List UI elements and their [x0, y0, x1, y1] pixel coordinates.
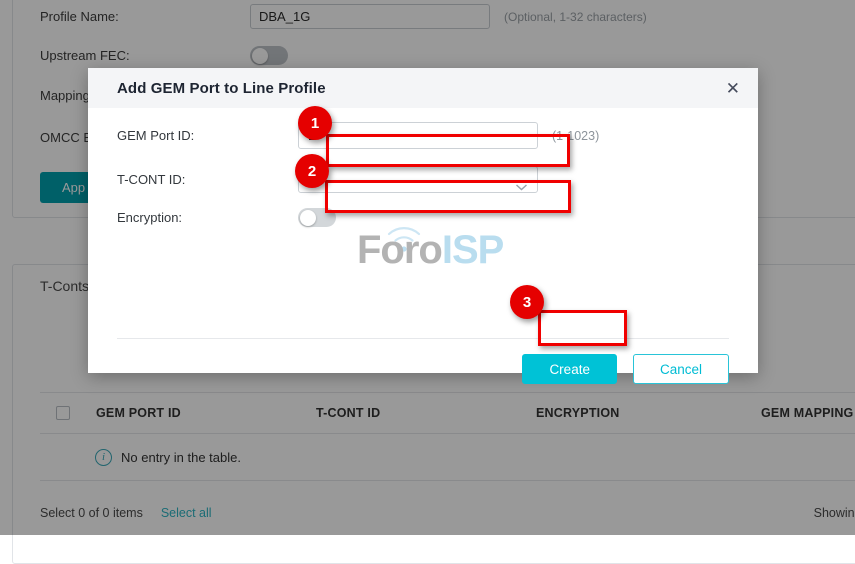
- chevron-down-icon: [515, 175, 528, 200]
- watermark-part-1: Foro: [357, 228, 442, 273]
- dialog-footer: Create Cancel: [522, 354, 729, 384]
- toggle-knob: [300, 210, 316, 226]
- dialog-body: GEM Port ID: 1 (1-1023) T-CONT ID: 1 Enc…: [88, 108, 758, 134]
- dialog-divider: [117, 338, 729, 339]
- encryption-toggle[interactable]: [298, 208, 336, 227]
- annotation-badge-3: 3: [510, 285, 544, 319]
- gem-port-id-hint: (1-1023): [552, 129, 599, 143]
- t-cont-id-label: T-CONT ID:: [88, 172, 298, 187]
- gem-port-id-row: GEM Port ID: 1 (1-1023): [88, 122, 599, 149]
- add-gem-port-dialog: Add GEM Port to Line Profile ✕ GEM Port …: [88, 68, 758, 373]
- dialog-header: Add GEM Port to Line Profile ✕: [88, 68, 758, 108]
- close-icon[interactable]: ✕: [726, 80, 740, 97]
- encryption-row: Encryption:: [88, 208, 336, 227]
- watermark-part-2: ISP: [442, 228, 503, 273]
- encryption-label: Encryption:: [88, 210, 298, 225]
- watermark-foroisp: Foro ISP: [357, 228, 503, 273]
- gem-port-id-input[interactable]: 1: [298, 122, 538, 149]
- gem-port-id-label: GEM Port ID:: [88, 128, 298, 143]
- dialog-title: Add GEM Port to Line Profile: [117, 80, 326, 97]
- t-cont-id-select[interactable]: 1: [298, 166, 538, 193]
- cancel-button[interactable]: Cancel: [633, 354, 729, 384]
- create-button[interactable]: Create: [522, 354, 617, 384]
- annotation-badge-1: 1: [298, 106, 332, 140]
- annotation-badge-2: 2: [295, 154, 329, 188]
